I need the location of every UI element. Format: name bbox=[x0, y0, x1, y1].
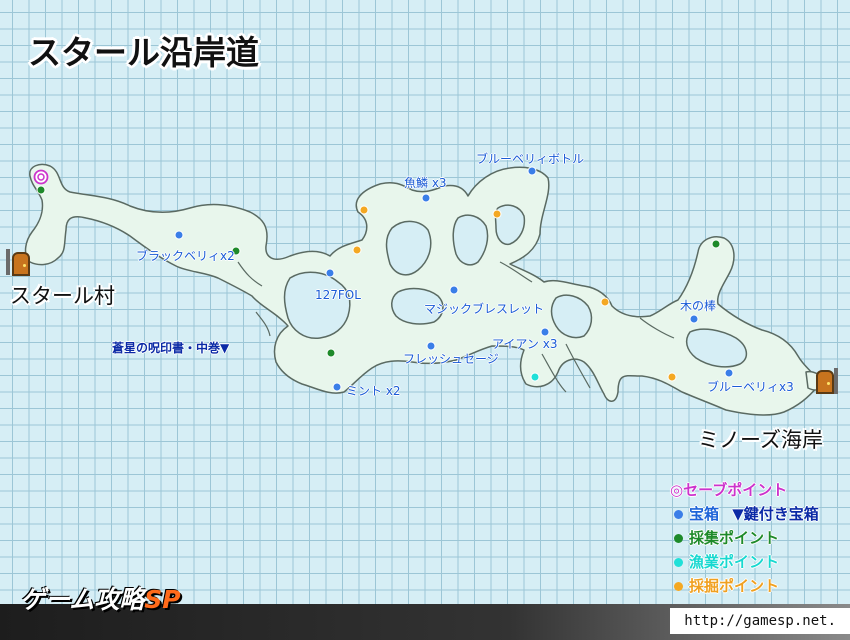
mining-legend-icon bbox=[674, 582, 683, 591]
item-label: 魚鱗 x3 bbox=[404, 176, 447, 190]
exit-door-icon[interactable] bbox=[12, 252, 30, 276]
item-label: ブラックベリィx2 bbox=[136, 249, 235, 263]
place-label-east: ミノーズ海岸 bbox=[698, 428, 823, 452]
save-point-legend-icon: ◎ bbox=[670, 481, 684, 499]
item-label: 127FOL bbox=[315, 288, 361, 302]
item-label: 木の棒 bbox=[680, 299, 717, 313]
treasure-icon bbox=[421, 193, 431, 203]
fishing-point-icon bbox=[530, 372, 540, 382]
legend-mining: 採掘ポイント bbox=[670, 574, 819, 598]
save-point-icon[interactable] bbox=[33, 169, 49, 185]
item-label: アイアン x3 bbox=[492, 337, 558, 351]
gather-legend-icon bbox=[674, 534, 683, 543]
item-label: マジックブレスレット bbox=[424, 302, 545, 316]
legend-fishing: 漁業ポイント bbox=[670, 550, 819, 574]
legend-save: ◎セーブポイント bbox=[670, 481, 788, 499]
locked-item-label: 蒼星の呪印書・中巻▼ bbox=[112, 341, 230, 355]
legend-treasure: 宝箱 ▼鍵付き宝箱 bbox=[670, 502, 819, 526]
treasure-icon bbox=[426, 341, 436, 351]
item-label: ブルーベリィボトル bbox=[476, 152, 585, 166]
mining-point-icon bbox=[600, 297, 610, 307]
item-label: ブルーベリィx3 bbox=[707, 380, 794, 394]
site-url-link[interactable]: http://gamesp.net. bbox=[670, 608, 850, 634]
mining-point-icon bbox=[352, 245, 362, 255]
fishing-legend-icon bbox=[674, 558, 683, 567]
gather-point-icon bbox=[36, 185, 46, 195]
treasure-icon bbox=[449, 285, 459, 295]
treasure-icon bbox=[174, 230, 184, 240]
legend-gather: 採集ポイント bbox=[670, 526, 819, 550]
treasure-icon bbox=[689, 314, 699, 324]
gather-point-icon bbox=[326, 348, 336, 358]
site-logo[interactable]: ゲーム攻略SP bbox=[20, 580, 181, 616]
place-label-west: スタール村 bbox=[10, 284, 115, 308]
mining-point-icon bbox=[667, 372, 677, 382]
treasure-icon bbox=[332, 382, 342, 392]
treasure-icon bbox=[527, 166, 537, 176]
exit-bar bbox=[6, 249, 10, 275]
map-title: スタール沿岸道 bbox=[28, 33, 259, 72]
treasure-legend-icon bbox=[674, 510, 683, 519]
item-label: フレッシュセージ bbox=[403, 352, 499, 366]
map-legend: ◎セーブポイント 宝箱 ▼鍵付き宝箱 採集ポイント 漁業ポイント 採掘ポイント bbox=[670, 478, 819, 598]
treasure-icon bbox=[724, 368, 734, 378]
mining-point-icon bbox=[359, 205, 369, 215]
item-label: ミント x2 bbox=[346, 384, 401, 398]
gather-point-icon bbox=[711, 239, 721, 249]
exit-bar bbox=[834, 368, 838, 394]
treasure-icon bbox=[325, 268, 335, 278]
map-stage: スタール沿岸道 スタール村 ミノーズ海岸 ブルーベリィボトル 魚鱗 x3 ブラッ… bbox=[0, 0, 850, 640]
mining-point-icon bbox=[492, 209, 502, 219]
exit-door-icon[interactable] bbox=[816, 370, 834, 394]
